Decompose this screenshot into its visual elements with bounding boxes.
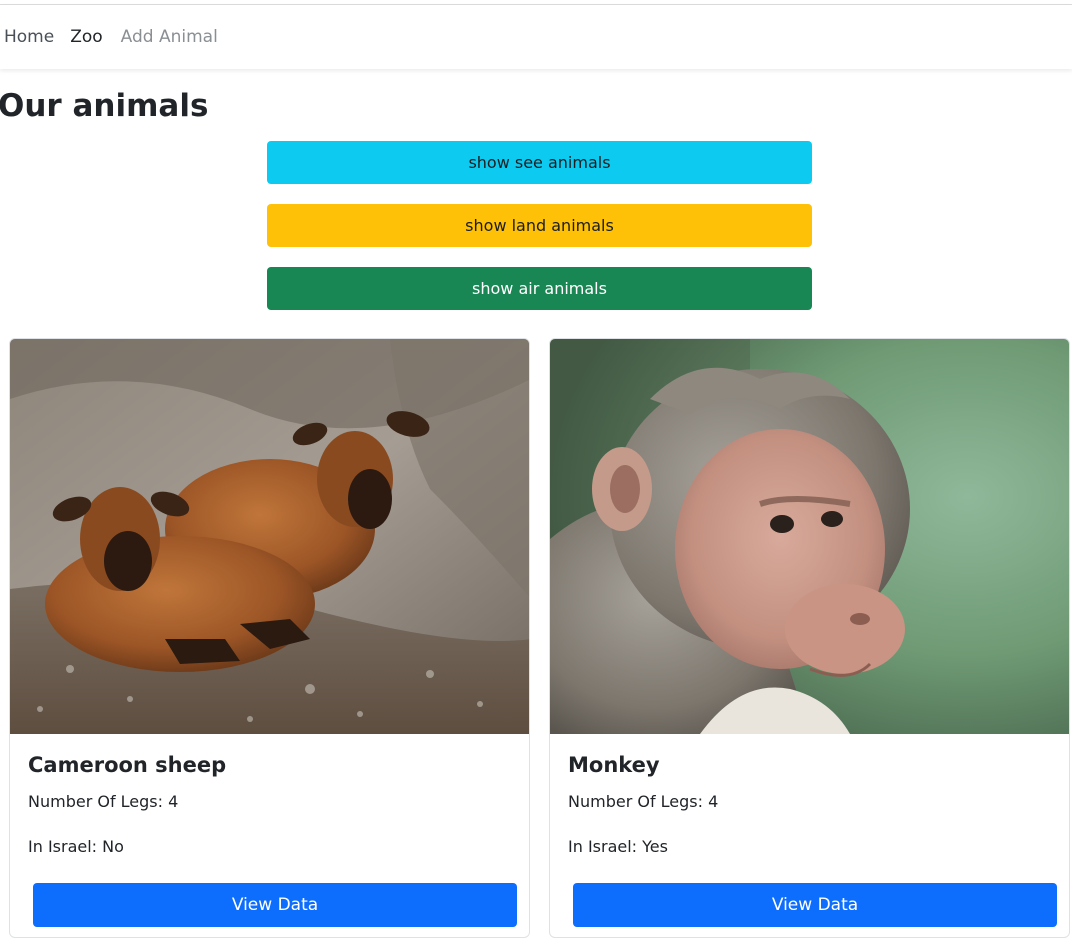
- show-sea-animals-button[interactable]: show see animals: [267, 141, 812, 184]
- nav-home-link[interactable]: Home: [4, 27, 54, 47]
- animal-name: Monkey: [568, 753, 660, 777]
- nav-add-animal-link[interactable]: Add Animal: [121, 27, 218, 47]
- show-land-animals-button[interactable]: show land animals: [267, 204, 812, 247]
- animal-card-cameroon-sheep: Cameroon sheep Number Of Legs: 4 In Isra…: [9, 338, 530, 938]
- navbar: Home Zoo Add Animal: [0, 5, 1072, 69]
- show-air-animals-button[interactable]: show air animals: [267, 267, 812, 310]
- animal-legs: Number Of Legs: 4: [568, 792, 719, 811]
- animal-in-israel: In Israel: Yes: [568, 837, 668, 856]
- animal-legs: Number Of Legs: 4: [28, 792, 179, 811]
- view-data-button[interactable]: View Data: [573, 883, 1057, 927]
- monkey-image: [550, 339, 1069, 734]
- animal-in-israel: In Israel: No: [28, 837, 124, 856]
- animal-name: Cameroon sheep: [28, 753, 227, 777]
- animal-card-monkey: Monkey Number Of Legs: 4 In Israel: Yes …: [549, 338, 1070, 938]
- view-data-button[interactable]: View Data: [33, 883, 517, 927]
- page-title: Our animals: [0, 88, 209, 124]
- nav-zoo-link[interactable]: Zoo: [70, 27, 102, 47]
- cameroon-sheep-image: [10, 339, 529, 734]
